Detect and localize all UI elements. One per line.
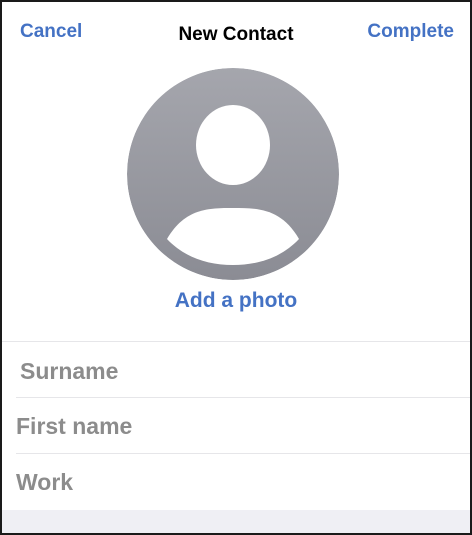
avatar-head	[196, 105, 270, 185]
new-contact-screen: Cancel New Contact Complete Add a photo …	[0, 0, 472, 535]
field-divider	[16, 397, 470, 398]
section-divider	[2, 341, 470, 342]
person-silhouette-icon	[127, 68, 339, 280]
first-name-field[interactable]: First name	[16, 401, 470, 451]
add-photo-button[interactable]: Add a photo	[2, 289, 470, 313]
navigation-bar: Cancel New Contact Complete	[2, 2, 470, 68]
footer-area	[2, 510, 470, 533]
complete-button[interactable]: Complete	[367, 21, 454, 43]
contact-photo-placeholder[interactable]	[127, 68, 339, 280]
work-field[interactable]: Work	[16, 457, 470, 507]
surname-field[interactable]: Surname	[20, 346, 470, 396]
field-divider	[16, 453, 470, 454]
